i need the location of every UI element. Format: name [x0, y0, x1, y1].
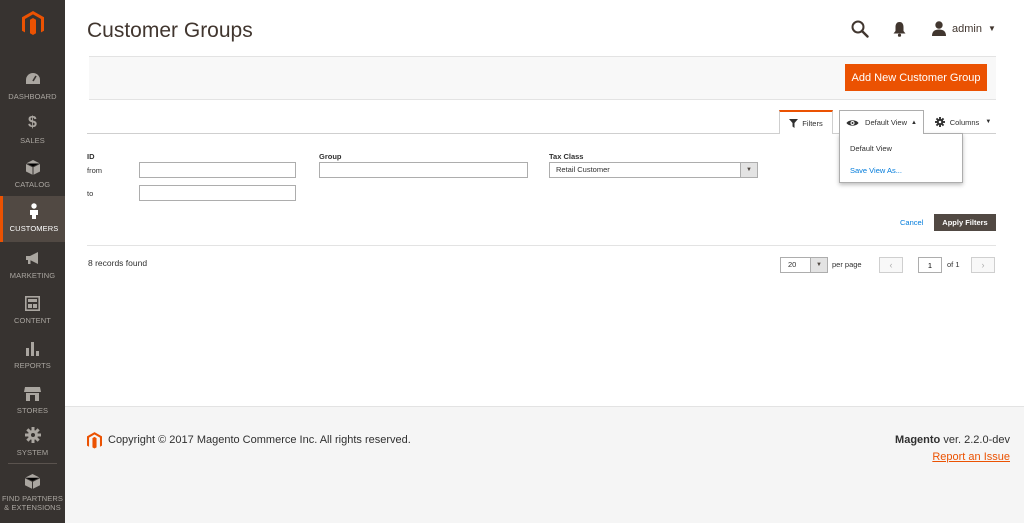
view-switcher-button[interactable]: Default View ▲ — [839, 110, 924, 134]
footer-version: Magento ver. 2.2.0-dev — [895, 434, 1010, 446]
view-switcher-label: Default View — [865, 118, 907, 127]
chevron-left-icon: ‹ — [889, 260, 893, 270]
global-search-button[interactable] — [851, 20, 869, 43]
magento-logo-icon — [21, 11, 44, 35]
sidebar-item-label: STORES — [16, 406, 49, 415]
user-name: admin — [952, 22, 982, 35]
filter-group-label: Group — [319, 152, 342, 161]
caret-down-icon: ▼ — [985, 119, 992, 125]
magento-logo-icon — [87, 432, 102, 449]
search-icon — [851, 20, 869, 38]
dollar-icon: $ — [28, 114, 37, 131]
filter-id-from-label: from — [87, 166, 102, 175]
sidebar-item-label: FIND PARTNERS — [1, 494, 64, 503]
view-switcher-dropdown: Default View Save View As... — [839, 133, 963, 183]
filter-id-from-input[interactable] — [139, 162, 296, 178]
sidebar-item-find-partners[interactable]: FIND PARTNERS & EXTENSIONS — [0, 466, 65, 518]
current-page-input[interactable] — [918, 257, 942, 273]
filter-tax-class-label: Tax Class — [549, 152, 584, 161]
sidebar-item-content[interactable]: CONTENT — [0, 288, 65, 332]
sidebar-item-dashboard[interactable]: DASHBOARD — [0, 64, 65, 108]
apply-filters-button[interactable]: Apply Filters — [934, 214, 996, 231]
eye-icon — [846, 119, 859, 126]
sidebar-item-catalog[interactable]: CATALOG — [0, 152, 65, 196]
filter-id-to-label: to — [87, 189, 94, 198]
package-icon — [24, 472, 42, 490]
admin-sidebar: DASHBOARD $ SALES CATALOG CUSTOMERS MARK… — [0, 0, 65, 523]
sidebar-item-marketing[interactable]: MARKETING — [0, 243, 65, 287]
per-page-label: per page — [832, 260, 862, 269]
user-icon — [932, 21, 946, 36]
sidebar-item-reports[interactable]: REPORTS — [0, 333, 65, 377]
box-icon — [24, 158, 42, 176]
sidebar-item-stores[interactable]: STORES — [0, 378, 65, 422]
sidebar-item-label: SALES — [20, 136, 45, 145]
dropdown-item-default-view[interactable]: Default View — [850, 144, 892, 153]
chevron-down-icon: ▼ — [810, 258, 827, 272]
report-issue-link[interactable]: Report an Issue — [932, 451, 1010, 463]
add-new-customer-group-button[interactable]: Add New Customer Group — [845, 64, 987, 91]
caret-up-icon: ▲ — [911, 119, 917, 126]
previous-page-button[interactable]: ‹ — [879, 257, 903, 273]
records-found-count: 8 records found — [88, 258, 148, 268]
chevron-right-icon: › — [981, 260, 985, 270]
sidebar-item-label: SYSTEM — [16, 448, 49, 457]
funnel-icon — [789, 118, 799, 128]
sidebar-item-label: MARKETING — [9, 271, 56, 280]
magento-footer-logo — [87, 432, 102, 455]
bell-icon — [893, 22, 906, 37]
dashboard-icon — [24, 70, 42, 88]
chevron-down-icon: ▼ — [987, 24, 996, 33]
sidebar-item-label: DASHBOARD — [8, 92, 57, 101]
cancel-filters-link[interactable]: Cancel — [900, 218, 923, 227]
sidebar-item-sales[interactable]: $ SALES — [0, 108, 65, 152]
filters-label: Filters — [802, 118, 823, 128]
layout-icon — [24, 294, 42, 312]
gear-icon — [934, 117, 945, 127]
per-page-value: 20 — [788, 260, 797, 269]
sidebar-item-label: CUSTOMERS — [9, 224, 59, 233]
next-page-button[interactable]: › — [971, 257, 995, 273]
tax-class-selected-value: Retail Customer — [556, 165, 610, 174]
page-title: Customer Groups — [87, 19, 253, 42]
filter-id-to-input[interactable] — [139, 185, 296, 201]
page-footer — [65, 406, 1024, 523]
columns-button[interactable]: Columns ▼ — [932, 110, 994, 134]
columns-label: Columns — [949, 117, 980, 127]
sidebar-item-label: CATALOG — [14, 180, 51, 189]
page-total-label: of 1 — [947, 260, 960, 269]
bar-chart-icon — [24, 339, 42, 357]
filter-group-input[interactable] — [319, 162, 528, 178]
megaphone-icon — [24, 249, 42, 267]
sidebar-item-system[interactable]: SYSTEM — [0, 420, 65, 464]
per-page-select[interactable]: 20 ▼ — [780, 257, 828, 273]
footer-version-number: ver. 2.2.0-dev — [943, 434, 1010, 446]
sidebar-item-label: & EXTENSIONS — [4, 503, 61, 512]
person-icon — [25, 202, 43, 220]
sidebar-divider — [8, 463, 57, 464]
magento-logo[interactable] — [0, 0, 65, 48]
filter-id-label: ID — [87, 152, 95, 161]
notifications-button[interactable] — [893, 21, 906, 42]
grid-divider — [87, 245, 996, 246]
sidebar-item-label: REPORTS — [14, 361, 51, 370]
sidebar-item-customers[interactable]: CUSTOMERS — [0, 196, 65, 242]
user-account-menu[interactable]: admin ▼ — [932, 21, 996, 36]
footer-copyright: Copyright © 2017 Magento Commerce Inc. A… — [108, 434, 411, 446]
footer-brand: Magento — [895, 434, 941, 446]
gear-icon — [24, 426, 42, 444]
filters-button[interactable]: Filters — [779, 110, 833, 134]
sidebar-item-label: CONTENT — [14, 316, 51, 325]
dropdown-item-save-view-as[interactable]: Save View As... — [850, 166, 902, 175]
storefront-icon — [24, 384, 42, 402]
filter-tax-class-select[interactable]: Retail Customer ▼ — [549, 162, 758, 178]
chevron-down-icon: ▼ — [740, 163, 757, 177]
